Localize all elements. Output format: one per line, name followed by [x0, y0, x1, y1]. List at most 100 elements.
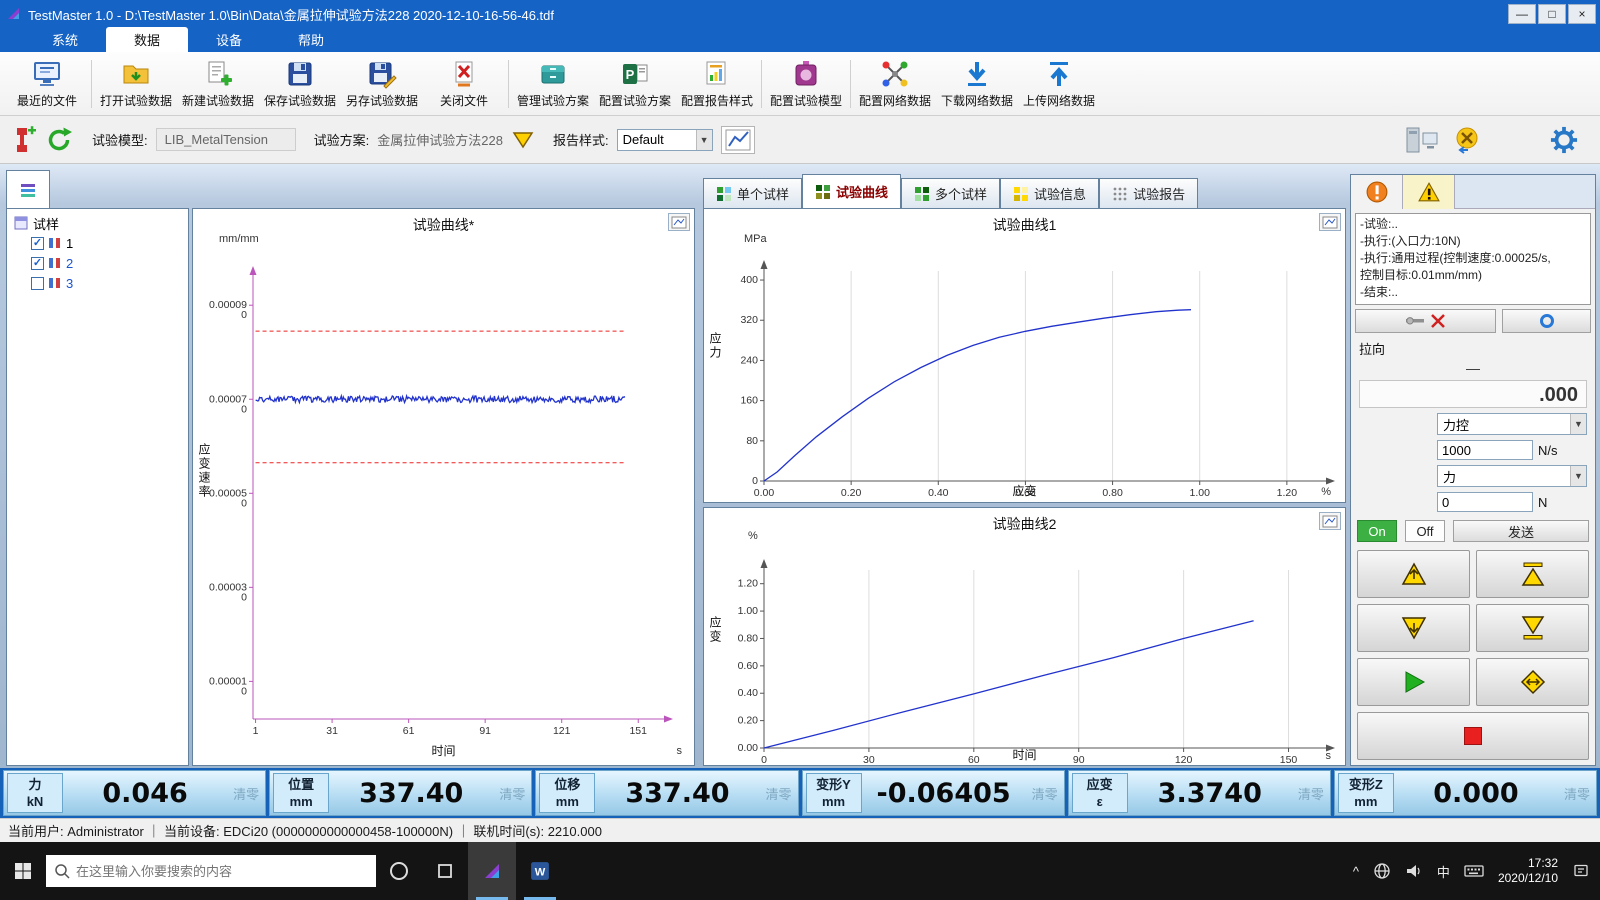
tree-item-2[interactable]: ✓ 2	[13, 253, 182, 273]
refresh-icon[interactable]	[44, 125, 74, 155]
jog-down-limit-button[interactable]	[1476, 604, 1589, 652]
jog-down-fast-button[interactable]	[1357, 604, 1470, 652]
report-style-select[interactable]: Default ▼	[617, 129, 713, 151]
toolbar-button-download-network[interactable]: 下载网络数据	[936, 55, 1018, 113]
svg-text:0: 0	[241, 685, 247, 697]
checkbox-checked[interactable]: ✓	[31, 257, 44, 270]
tray-expand-chevron[interactable]: ^	[1353, 864, 1359, 879]
toolbar-button-close-file[interactable]: 关闭文件	[423, 55, 505, 113]
tab-test-report[interactable]: 试验报告	[1099, 178, 1198, 208]
log-line: -执行:通用过程(控制速度:0.00025/s,	[1360, 250, 1586, 267]
tree-item-1[interactable]: ✓ 1	[13, 233, 182, 253]
diamond-icon	[1519, 668, 1547, 696]
touch-keyboard-icon[interactable]	[1464, 862, 1484, 880]
toolbar-button-recent-files[interactable]: 最近的文件	[6, 55, 88, 113]
menu-help[interactable]: 帮助	[270, 27, 352, 52]
toolbar-button-config-report-style[interactable]: 配置报告样式	[676, 55, 758, 113]
svg-text:P: P	[626, 67, 635, 82]
target-mode-select[interactable]: 力 ▼	[1437, 465, 1587, 487]
recent-files-icon	[32, 59, 62, 89]
clear-button[interactable]: 清零	[227, 784, 265, 803]
curve-settings-button[interactable]	[721, 126, 755, 154]
toolbar-button-config-network[interactable]: 配置网络数据	[854, 55, 936, 113]
tab-single-specimen[interactable]: 单个试样	[703, 178, 802, 208]
maximize-button[interactable]: □	[1538, 4, 1566, 24]
clear-button[interactable]: 清零	[1558, 784, 1596, 803]
toolbar-label: 配置网络数据	[859, 92, 931, 109]
toolbar-button-config-scheme[interactable]: P 配置试验方案	[594, 55, 676, 113]
cl​ear-button[interactable]: 清零	[1292, 784, 1330, 803]
return-position-button[interactable]	[1476, 658, 1589, 706]
stop-button[interactable]	[1357, 712, 1589, 760]
send-button[interactable]: 发送	[1453, 520, 1589, 542]
taskbar-search[interactable]	[46, 855, 376, 887]
menu-data[interactable]: 数据	[106, 27, 188, 52]
tree-root[interactable]: 试样	[13, 213, 182, 233]
cortana-button[interactable]	[376, 842, 422, 900]
tab-warnings[interactable]	[1403, 175, 1455, 209]
checkbox-unchecked[interactable]	[31, 277, 44, 290]
taskbar-app-word[interactable]: W	[516, 842, 564, 900]
menu-system[interactable]: 系统	[24, 27, 106, 52]
clear-button[interactable]: 清零	[760, 784, 798, 803]
svg-text:0: 0	[241, 309, 247, 321]
taskbar-clock[interactable]: 17:32 2020/12/10	[1498, 856, 1558, 886]
toolbar-button-save-data[interactable]: 保存试验数据	[259, 55, 341, 113]
menu-device[interactable]: 设备	[188, 27, 270, 52]
clear-button[interactable]: 清零	[493, 784, 531, 803]
open-data-icon	[121, 59, 151, 89]
disable-tools-button[interactable]	[1355, 309, 1496, 333]
checkbox-checked[interactable]: ✓	[31, 237, 44, 250]
speed-input[interactable]	[1437, 440, 1533, 460]
tab-label: 试验报告	[1133, 184, 1185, 203]
settings-gear-icon[interactable]	[1550, 126, 1578, 154]
tab-label: 多个试样	[935, 184, 987, 203]
measurement-unit: mm	[556, 793, 579, 810]
start-button[interactable]	[0, 842, 46, 900]
jog-up-fast-button[interactable]	[1357, 550, 1470, 598]
tab-alerts[interactable]	[1351, 175, 1403, 209]
toolbar-label: 下载网络数据	[941, 92, 1013, 109]
chart-snapshot-button[interactable]	[1319, 512, 1341, 530]
close-button[interactable]: ×	[1568, 4, 1596, 24]
minimize-button[interactable]: —	[1508, 4, 1536, 24]
toolbar-button-open-data[interactable]: 打开试验数据	[95, 55, 177, 113]
taskbar-app-testmaster[interactable]	[468, 842, 516, 900]
network-icon[interactable]	[1373, 862, 1391, 880]
jog-up-limit-button[interactable]	[1476, 550, 1589, 598]
toolbar-button-new-data[interactable]: 新建试验数据	[177, 55, 259, 113]
volume-icon[interactable]	[1405, 862, 1423, 880]
link-button[interactable]	[1502, 309, 1591, 333]
on-button[interactable]: On	[1357, 520, 1397, 542]
connection-error-icon	[1454, 126, 1482, 154]
chart-snapshot-button[interactable]	[1319, 213, 1341, 231]
strain-rate-chart-panel: 试验曲线* mm/mm 应变速率 13161911211510.0000100.…	[192, 208, 695, 766]
target-input[interactable]	[1437, 492, 1533, 512]
chart-snapshot-button[interactable]	[668, 213, 690, 231]
toolbar-button-upload-network[interactable]: 上传网络数据	[1018, 55, 1100, 113]
control-mode-select[interactable]: 力控 ▼	[1437, 413, 1587, 435]
off-button[interactable]: Off	[1405, 520, 1445, 542]
tab-test-curves[interactable]: 试验曲线	[802, 174, 901, 208]
new-specimen-icon[interactable]	[10, 125, 36, 155]
toolbar-button-config-model[interactable]: 配置试验模型	[765, 55, 847, 113]
clear-button[interactable]: 清零	[1026, 784, 1064, 803]
svg-text:400: 400	[740, 274, 758, 286]
action-center-icon[interactable]	[1572, 862, 1590, 880]
tab-test-info[interactable]: 试验信息	[1000, 178, 1099, 208]
log-line: -试验:..	[1360, 216, 1586, 233]
tab-multi-specimen[interactable]: 多个试样	[901, 178, 1000, 208]
task-view-button[interactable]	[422, 842, 468, 900]
toolbar-button-manage-scheme[interactable]: 管理试验方案	[512, 55, 594, 113]
specimen-list-tab[interactable]	[6, 170, 50, 208]
up-triangle-icon	[1400, 560, 1428, 588]
chevron-down-icon: ▼	[1570, 414, 1586, 434]
tree-item-3[interactable]: 3	[13, 273, 182, 293]
run-test-button[interactable]	[1357, 658, 1470, 706]
search-input[interactable]	[76, 864, 346, 879]
language-indicator[interactable]: 中	[1437, 862, 1450, 881]
log-line: -结束:..	[1360, 284, 1586, 301]
measurement-unit: mm	[822, 793, 845, 810]
chevron-down-icon: ▼	[1570, 466, 1586, 486]
toolbar-button-save-as-data[interactable]: 另存试验数据	[341, 55, 423, 113]
